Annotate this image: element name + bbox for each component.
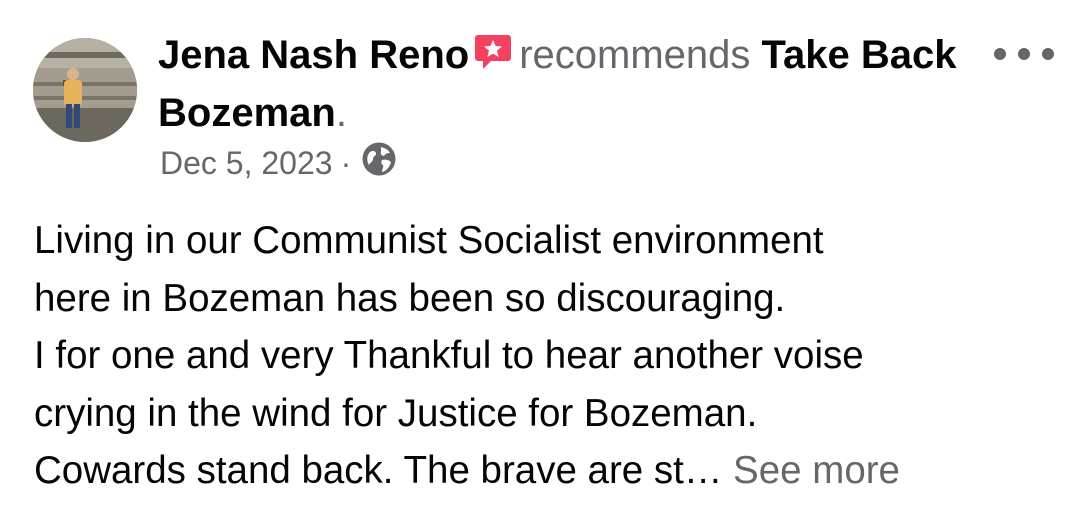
dot-icon xyxy=(1042,48,1054,60)
avatar-photo xyxy=(33,38,137,142)
see-more-link[interactable]: See more xyxy=(733,449,900,492)
body-line: here in Bozeman has been so discouraging… xyxy=(34,276,786,320)
body-line: Living in our Communist Socialist enviro… xyxy=(34,219,824,262)
author-name[interactable]: Jena Nash Reno xyxy=(158,33,469,77)
globe-icon[interactable] xyxy=(361,141,397,185)
author-avatar[interactable] xyxy=(33,38,137,142)
body-line: crying in the wind for Justice for Bozem… xyxy=(34,391,758,435)
body-line: I for one and very Thankful to hear anot… xyxy=(34,334,864,377)
recommend-star-icon xyxy=(473,32,513,86)
meta-separator: · xyxy=(340,144,352,181)
body-line-last: Cowards stand back. The brave are st… Se… xyxy=(34,442,1054,500)
dot-icon xyxy=(994,48,1006,60)
post-meta: Dec 5, 2023 · xyxy=(160,140,397,186)
more-options-button[interactable] xyxy=(994,34,1054,74)
post-body: Living in our Communist Socialist enviro… xyxy=(34,212,1054,500)
body-line-text: Cowards stand back. The brave are st… xyxy=(34,449,734,492)
post-date[interactable]: Dec 5, 2023 xyxy=(160,145,333,182)
header-period: . xyxy=(335,91,347,135)
post-header: Jena Nash Reno recommends Take Back Bozem… xyxy=(158,28,978,140)
action-text: recommends xyxy=(519,33,751,77)
dot-icon xyxy=(1018,48,1030,60)
